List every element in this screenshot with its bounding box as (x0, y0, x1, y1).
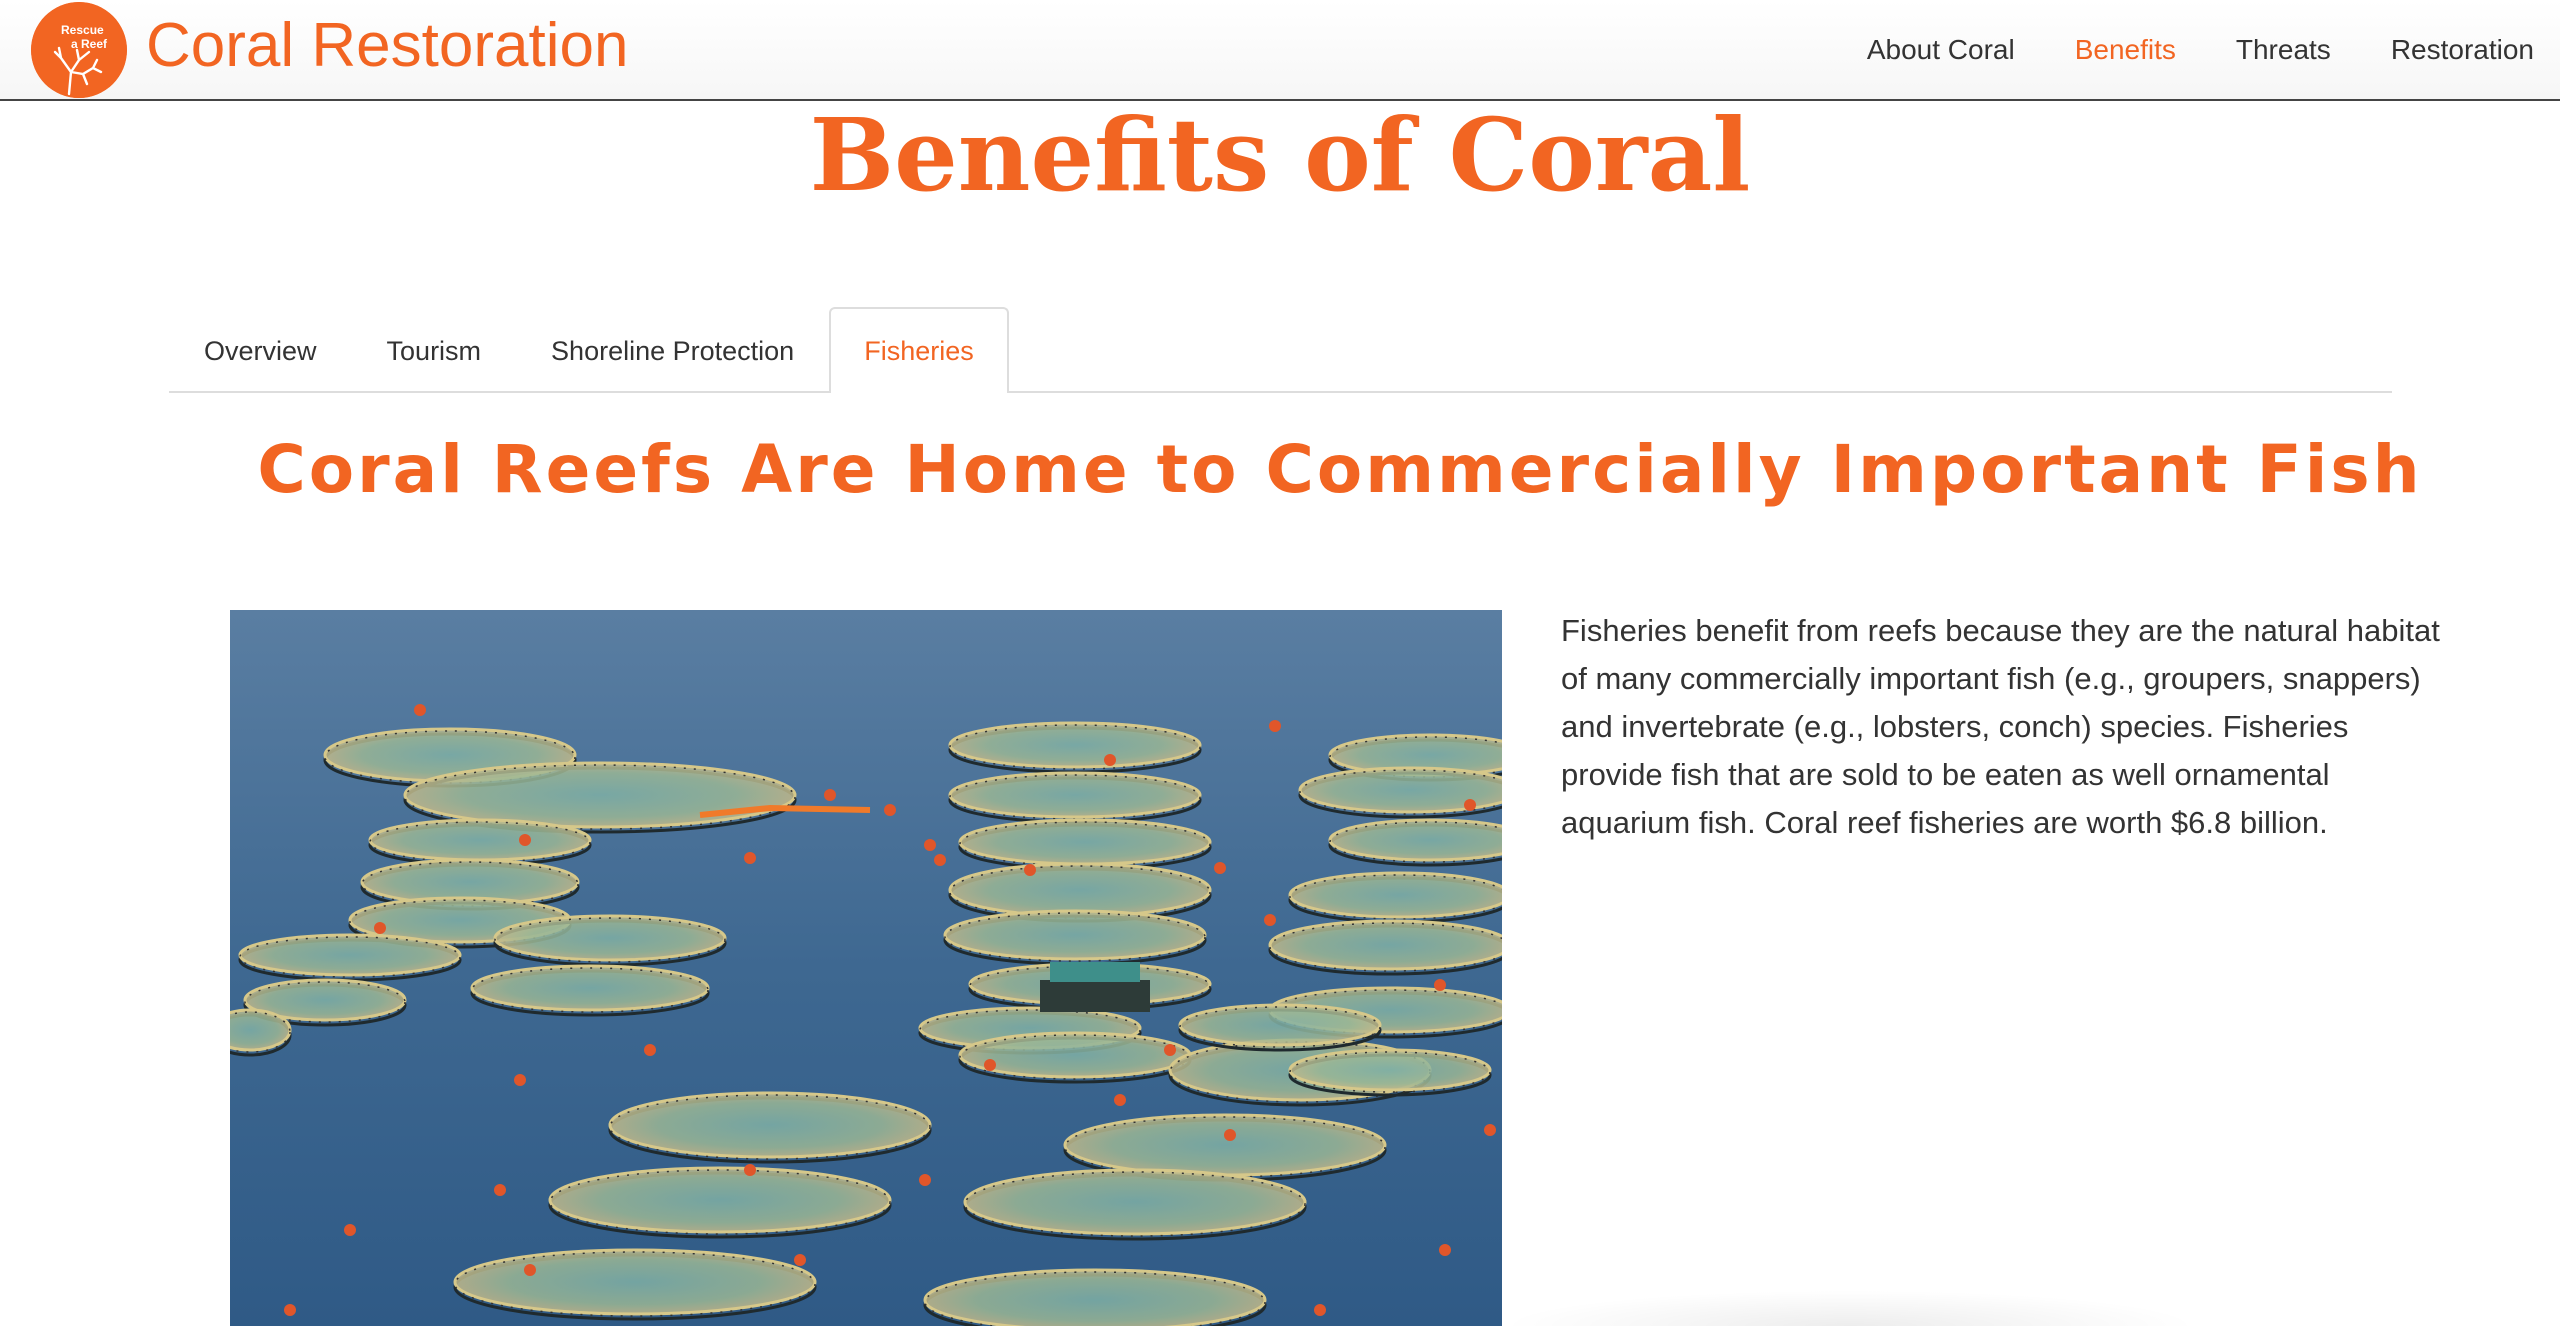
coral-logo-icon: Rescue a Reef (31, 2, 127, 98)
fish-pens-illustration (230, 610, 1502, 1326)
tab-overview[interactable]: Overview (169, 307, 352, 391)
benefits-tabs: Overview Tourism Shoreline Protection Fi… (169, 307, 2392, 393)
navbar: Rescue a Reef Coral Restoration About Co… (0, 0, 2560, 101)
svg-text:a Reef: a Reef (71, 37, 108, 51)
fish-farm-photo (230, 610, 1502, 1326)
tab-fisheries[interactable]: Fisheries (829, 307, 1009, 393)
nav-item-about-coral[interactable]: About Coral (1867, 0, 2015, 100)
nav-item-benefits[interactable]: Benefits (2075, 0, 2176, 100)
site-title[interactable]: Coral Restoration (146, 6, 628, 86)
tab-shoreline-protection[interactable]: Shoreline Protection (516, 307, 829, 391)
nav-item-restoration[interactable]: Restoration (2391, 0, 2534, 100)
bottom-shadow (1500, 1290, 2200, 1326)
section-body-text: Fisheries benefit from reefs because the… (1561, 613, 2440, 840)
svg-text:Rescue: Rescue (61, 23, 104, 37)
page-title: Benefits of Coral (809, 96, 1751, 214)
main-nav: About Coral Benefits Threats Restoration (1807, 0, 2534, 100)
section-heading: Coral Reefs Are Home to Commercially Imp… (257, 431, 2423, 508)
nav-item-threats[interactable]: Threats (2236, 0, 2331, 100)
tab-tourism[interactable]: Tourism (352, 307, 517, 391)
rescue-a-reef-logo[interactable]: Rescue a Reef (31, 2, 127, 98)
